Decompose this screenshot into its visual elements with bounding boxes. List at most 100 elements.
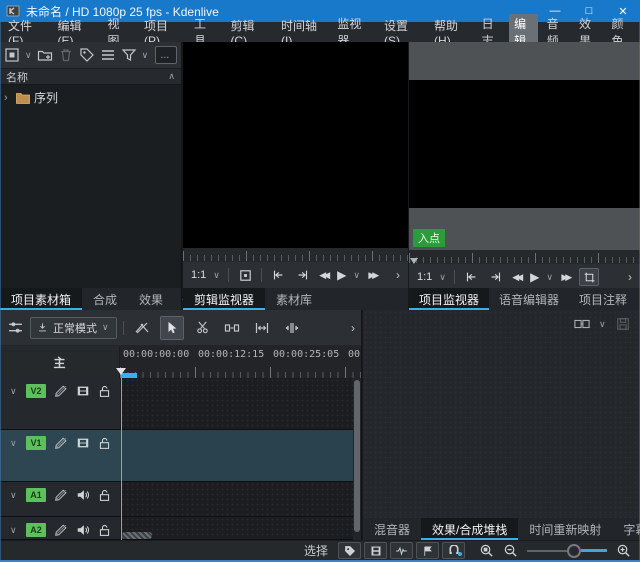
- zoom-fit-button[interactable]: [479, 543, 494, 558]
- track-header-v1[interactable]: ∨ V1: [0, 430, 120, 481]
- expand-icon[interactable]: ›: [4, 92, 12, 104]
- loop-zone-button[interactable]: [579, 268, 599, 286]
- toolbar-overflow-icon[interactable]: ›: [351, 321, 355, 335]
- add-marker-button[interactable]: [236, 266, 254, 284]
- bin-search-input[interactable]: ...: [155, 46, 177, 64]
- add-clip-button[interactable]: [4, 46, 20, 64]
- selection-tool[interactable]: [160, 316, 184, 340]
- project-monitor-seek-ruler[interactable]: [409, 250, 640, 264]
- collapse-track-icon[interactable]: ∨: [10, 490, 18, 501]
- track-clips-a1[interactable]: [120, 482, 353, 516]
- play-button[interactable]: ▶: [530, 270, 539, 284]
- show-video-thumbnails-button[interactable]: [364, 542, 387, 559]
- track-clips-a2[interactable]: [120, 517, 353, 539]
- set-in-point-button[interactable]: [269, 266, 287, 284]
- tab-effect-stack[interactable]: 效果/合成堆栈: [421, 518, 518, 540]
- lock-track-icon[interactable]: [98, 524, 111, 537]
- mix-clips-tool[interactable]: [130, 316, 154, 340]
- create-folder-button[interactable]: [37, 46, 53, 64]
- filter-button[interactable]: [121, 46, 137, 64]
- tab-speech-editor[interactable]: 语音编辑器: [489, 288, 569, 310]
- track-row-v2[interactable]: ∨ V2: [0, 378, 353, 430]
- show-tags-button[interactable]: [338, 542, 361, 559]
- collapse-track-icon[interactable]: ∨: [10, 438, 18, 449]
- track-row-v1[interactable]: ∨ V1: [0, 430, 353, 482]
- track-settings-icon[interactable]: [6, 319, 24, 337]
- chevron-down-icon[interactable]: ∨: [599, 319, 607, 330]
- add-clip-dropdown-icon[interactable]: ∨: [25, 50, 32, 61]
- mute-track-icon[interactable]: [76, 488, 90, 502]
- timeline-vertical-scrollbar[interactable]: [353, 378, 361, 540]
- razor-tool[interactable]: [190, 316, 214, 340]
- tab-project-monitor[interactable]: 项目监视器: [409, 288, 489, 310]
- ripple-tool[interactable]: [280, 316, 304, 340]
- set-out-point-button[interactable]: [487, 268, 505, 286]
- sort-ascending-icon[interactable]: ∧: [168, 71, 175, 82]
- track-effects-icon[interactable]: [54, 523, 68, 537]
- lock-track-icon[interactable]: [98, 437, 111, 450]
- rewind-button[interactable]: ◀◀: [319, 270, 330, 281]
- forward-button[interactable]: ▶▶: [561, 272, 572, 283]
- audio-target-badge[interactable]: A2: [26, 523, 46, 537]
- tab-time-remap[interactable]: 时间重新映射: [518, 518, 612, 540]
- toolbar-overflow-icon[interactable]: ›: [628, 270, 632, 284]
- filter-dropdown-icon[interactable]: ∨: [142, 50, 149, 61]
- track-effects-icon[interactable]: [54, 436, 68, 450]
- slip-tool[interactable]: [250, 316, 274, 340]
- lock-track-icon[interactable]: [98, 385, 111, 398]
- monitor-zoom-level[interactable]: 1:1: [417, 271, 432, 283]
- play-dropdown-icon[interactable]: ∨: [546, 272, 554, 283]
- clip-monitor-seek-ruler[interactable]: [183, 248, 408, 262]
- collapse-track-icon[interactable]: ∨: [10, 386, 18, 397]
- set-in-point-button[interactable]: [462, 268, 480, 286]
- track-effects-icon[interactable]: [54, 384, 68, 398]
- play-dropdown-icon[interactable]: ∨: [353, 270, 361, 281]
- slider-handle[interactable]: [567, 544, 581, 558]
- bin-column-header[interactable]: 名称 ∧: [0, 68, 181, 85]
- track-header-a2[interactable]: ∨ A2: [0, 517, 120, 539]
- collapse-track-icon[interactable]: ∨: [10, 525, 18, 536]
- lock-track-icon[interactable]: [98, 489, 111, 502]
- audio-target-badge[interactable]: A1: [26, 488, 46, 502]
- track-effects-icon[interactable]: [54, 488, 68, 502]
- zoom-out-button[interactable]: [503, 543, 518, 558]
- master-track-button[interactable]: 主: [0, 346, 120, 378]
- project-monitor-video-area[interactable]: [409, 80, 640, 208]
- play-button[interactable]: ▶: [337, 268, 346, 282]
- tab-compositions[interactable]: 合成: [82, 288, 128, 310]
- monitor-zoom-level[interactable]: 1:1: [191, 269, 206, 281]
- track-header-v2[interactable]: ∨ V2: [0, 378, 120, 429]
- tab-clip-monitor[interactable]: 剪辑监视器: [183, 288, 265, 310]
- timeline-ruler[interactable]: 主 00:00:00:00 00:00:12:15 00:00:25:05 00…: [0, 346, 361, 378]
- tag-button[interactable]: [79, 46, 95, 64]
- tab-effects[interactable]: 效果: [128, 288, 174, 310]
- rewind-button[interactable]: ◀◀: [512, 272, 523, 283]
- tab-library[interactable]: 素材库: [265, 288, 323, 310]
- track-header-a1[interactable]: ∨ A1: [0, 482, 120, 516]
- bin-item-sequences-folder[interactable]: › 序列: [0, 85, 181, 110]
- tab-subtitles[interactable]: 字幕: [612, 518, 640, 540]
- compare-split-icon[interactable]: [574, 317, 590, 331]
- track-row-a2[interactable]: ∨ A2: [0, 517, 353, 540]
- set-out-point-button[interactable]: [294, 266, 312, 284]
- tab-project-bin[interactable]: 项目素材箱: [0, 288, 82, 310]
- video-target-badge[interactable]: V1: [26, 436, 46, 450]
- toolbar-overflow-icon[interactable]: ›: [396, 268, 400, 282]
- track-row-a1[interactable]: ∨ A1: [0, 482, 353, 517]
- track-clips-v1[interactable]: [120, 430, 353, 481]
- chevron-down-icon[interactable]: ∨: [439, 272, 447, 283]
- zoom-in-button[interactable]: [616, 543, 631, 558]
- video-target-badge[interactable]: V2: [26, 384, 46, 398]
- view-mode-button[interactable]: [100, 46, 116, 64]
- clip-monitor-video-area[interactable]: [183, 42, 408, 248]
- scrollbar-thumb[interactable]: [354, 380, 360, 532]
- timeline-zoom-slider[interactable]: [527, 544, 607, 558]
- show-marker-comments-button[interactable]: [416, 542, 439, 559]
- forward-button[interactable]: ▶▶: [368, 270, 379, 281]
- spacer-tool[interactable]: [220, 316, 244, 340]
- hide-track-icon[interactable]: [76, 436, 90, 450]
- timeline-ruler-scale[interactable]: 00:00:00:00 00:00:12:15 00:00:25:05 00:: [120, 346, 361, 378]
- chevron-down-icon[interactable]: ∨: [213, 270, 221, 281]
- snap-toggle-button[interactable]: [442, 542, 465, 559]
- edit-mode-dropdown[interactable]: 正常模式 ∨: [30, 317, 117, 339]
